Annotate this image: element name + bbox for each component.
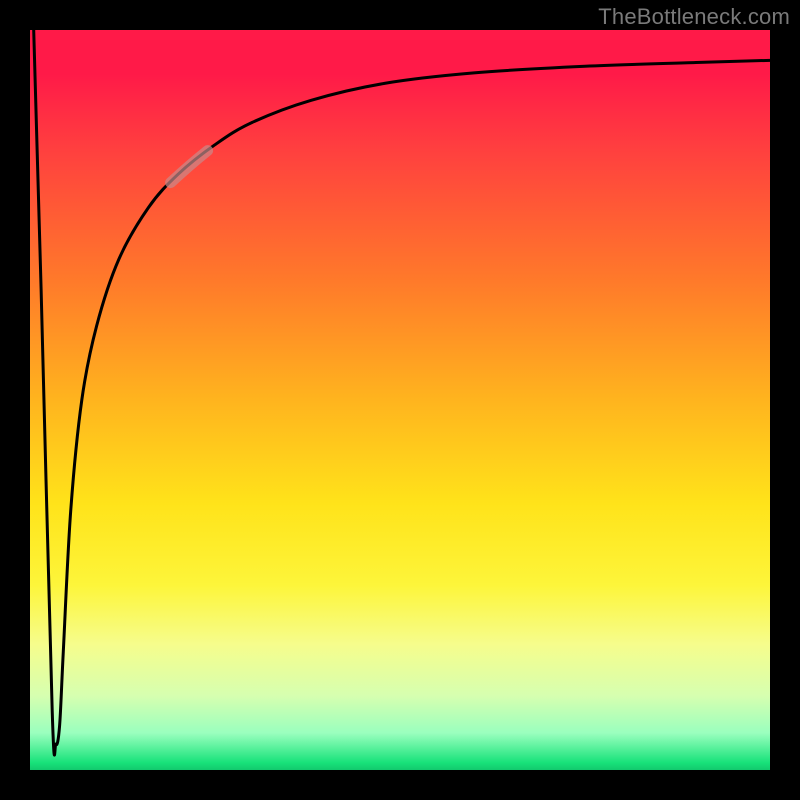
chart-frame: TheBottleneck.com bbox=[0, 0, 800, 800]
plot-area bbox=[30, 30, 770, 770]
attribution-text: TheBottleneck.com bbox=[598, 4, 790, 30]
curve-path bbox=[34, 30, 770, 755]
curve-highlight bbox=[171, 151, 208, 183]
curve-svg bbox=[30, 30, 770, 770]
